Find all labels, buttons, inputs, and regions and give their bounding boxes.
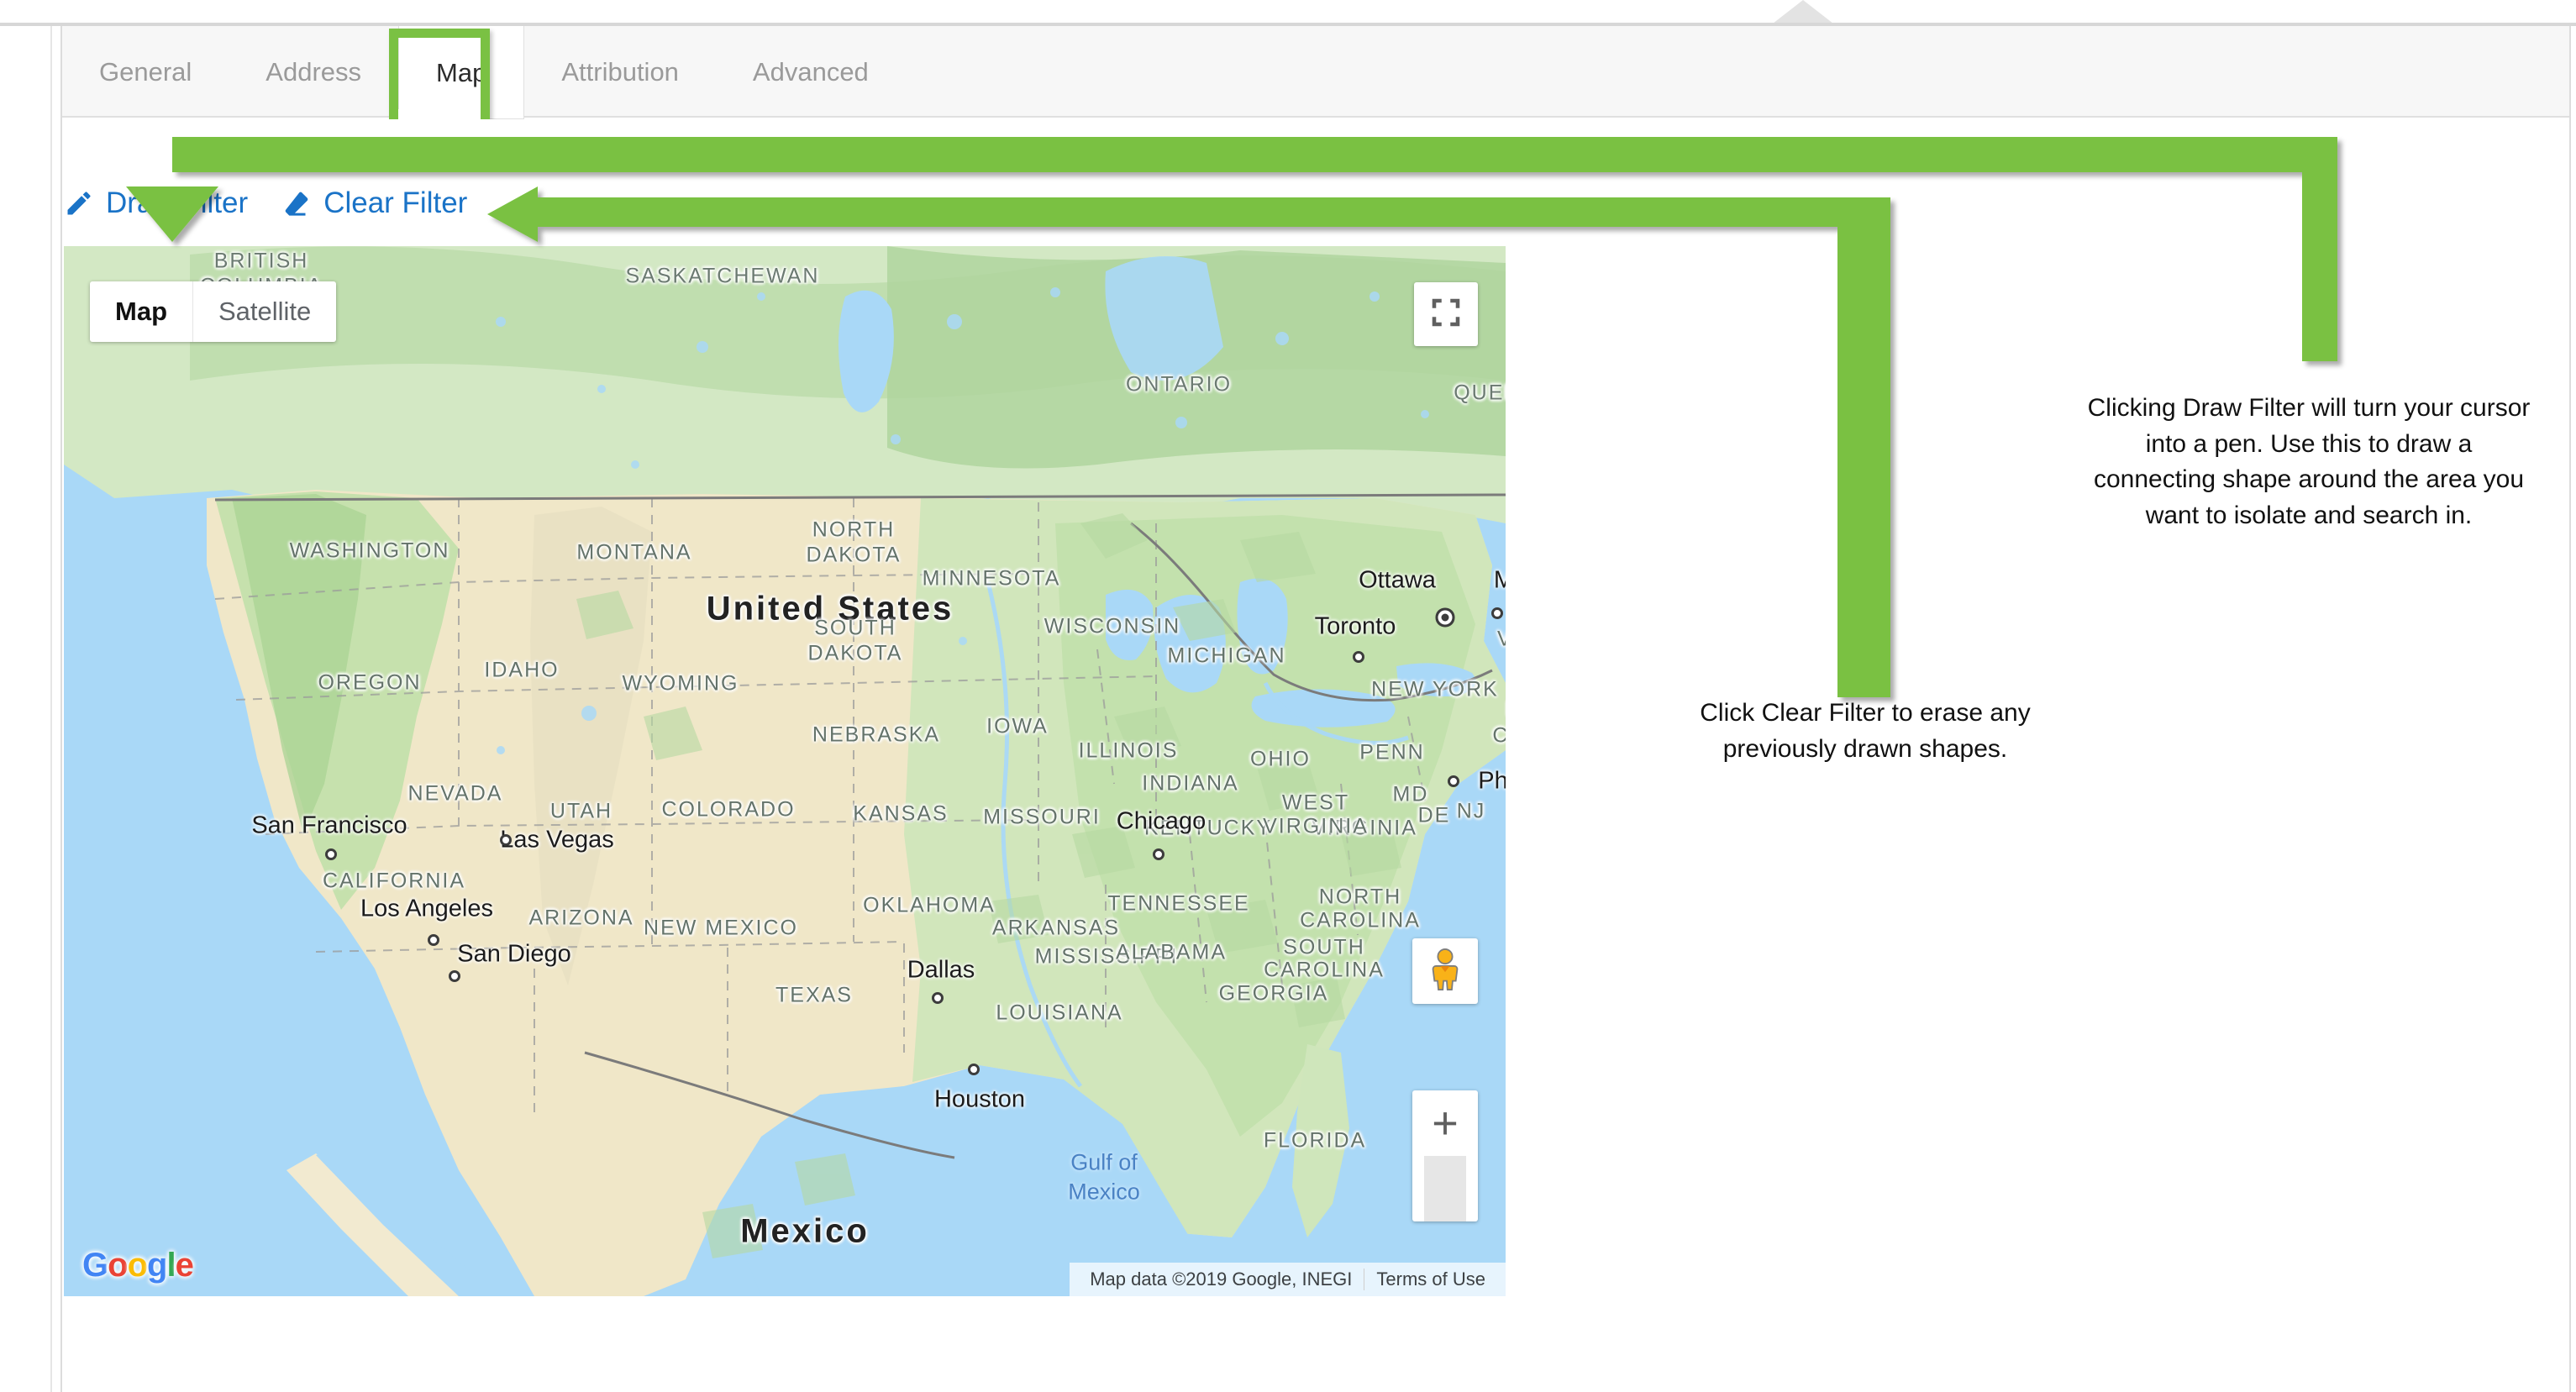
- tab-map[interactable]: Map: [398, 26, 525, 119]
- map-tiles: [64, 246, 1506, 1296]
- tab-advanced[interactable]: Advanced: [716, 26, 906, 118]
- zoom-divider: [1424, 1156, 1466, 1221]
- pegman-icon: [1427, 948, 1464, 995]
- zoom-control[interactable]: + −: [1412, 1090, 1478, 1221]
- tab-bar: General Address Map Attribution Advanced: [62, 26, 2569, 119]
- frame-right-border: [2569, 26, 2571, 1392]
- terms-of-use-link[interactable]: Terms of Use: [1364, 1269, 1497, 1290]
- clear-filter-button[interactable]: Clear Filter: [281, 186, 467, 220]
- map-data-attribution: Map data ©2019 Google, INEGI: [1090, 1269, 1353, 1290]
- draw-filter-button[interactable]: Draw Filter: [64, 186, 248, 220]
- map-type-option-map[interactable]: Map: [90, 281, 193, 342]
- tab-address[interactable]: Address: [229, 26, 398, 118]
- clear-filter-annotation: Click Clear Filter to erase any previous…: [1700, 699, 2031, 763]
- street-view-pegman-button[interactable]: [1412, 938, 1478, 1004]
- map-city-marker: [1448, 775, 1459, 787]
- map-type-control[interactable]: Map Satellite: [90, 281, 337, 342]
- fullscreen-button[interactable]: [1414, 282, 1478, 346]
- map-city-marker: [500, 834, 512, 846]
- map-city-marker: [449, 970, 460, 982]
- map-city-marker: [1441, 613, 1449, 622]
- fullscreen-icon: [1428, 295, 1464, 334]
- filter-toolbar: Draw Filter Clear Filter: [64, 186, 467, 220]
- frame-outer-left-border: [50, 26, 52, 1392]
- map-city-marker: [1491, 607, 1503, 619]
- modal-caret: [1773, 0, 1833, 24]
- map-type-option-satellite[interactable]: Satellite: [193, 281, 336, 342]
- tab-list: General Address Map Attribution Advanced: [62, 26, 906, 119]
- tab-general[interactable]: General: [62, 26, 229, 118]
- google-logo: Google: [82, 1247, 194, 1284]
- map-attribution-bar: Map data ©2019 Google, INEGI Terms of Us…: [1070, 1263, 1506, 1296]
- clear-filter-label: Clear Filter: [323, 186, 468, 219]
- map-city-marker: [428, 934, 439, 946]
- map-city-marker: [1353, 651, 1364, 663]
- map-city-marker: [968, 1064, 980, 1075]
- pencil-icon: [64, 188, 94, 218]
- map-city-marker: [325, 848, 337, 860]
- google-map[interactable]: United StatesMexicoBRITISHCOLUMBIASASKAT…: [64, 246, 1506, 1296]
- eraser-icon: [281, 188, 312, 218]
- draw-filter-label: Draw Filter: [106, 186, 249, 219]
- zoom-in-button[interactable]: +: [1412, 1090, 1478, 1156]
- tab-attribution[interactable]: Attribution: [524, 26, 716, 118]
- map-city-marker: [1153, 848, 1164, 860]
- draw-filter-annotation: Clicking Draw Filter will turn your curs…: [2087, 394, 2531, 529]
- map-city-marker: [932, 992, 944, 1004]
